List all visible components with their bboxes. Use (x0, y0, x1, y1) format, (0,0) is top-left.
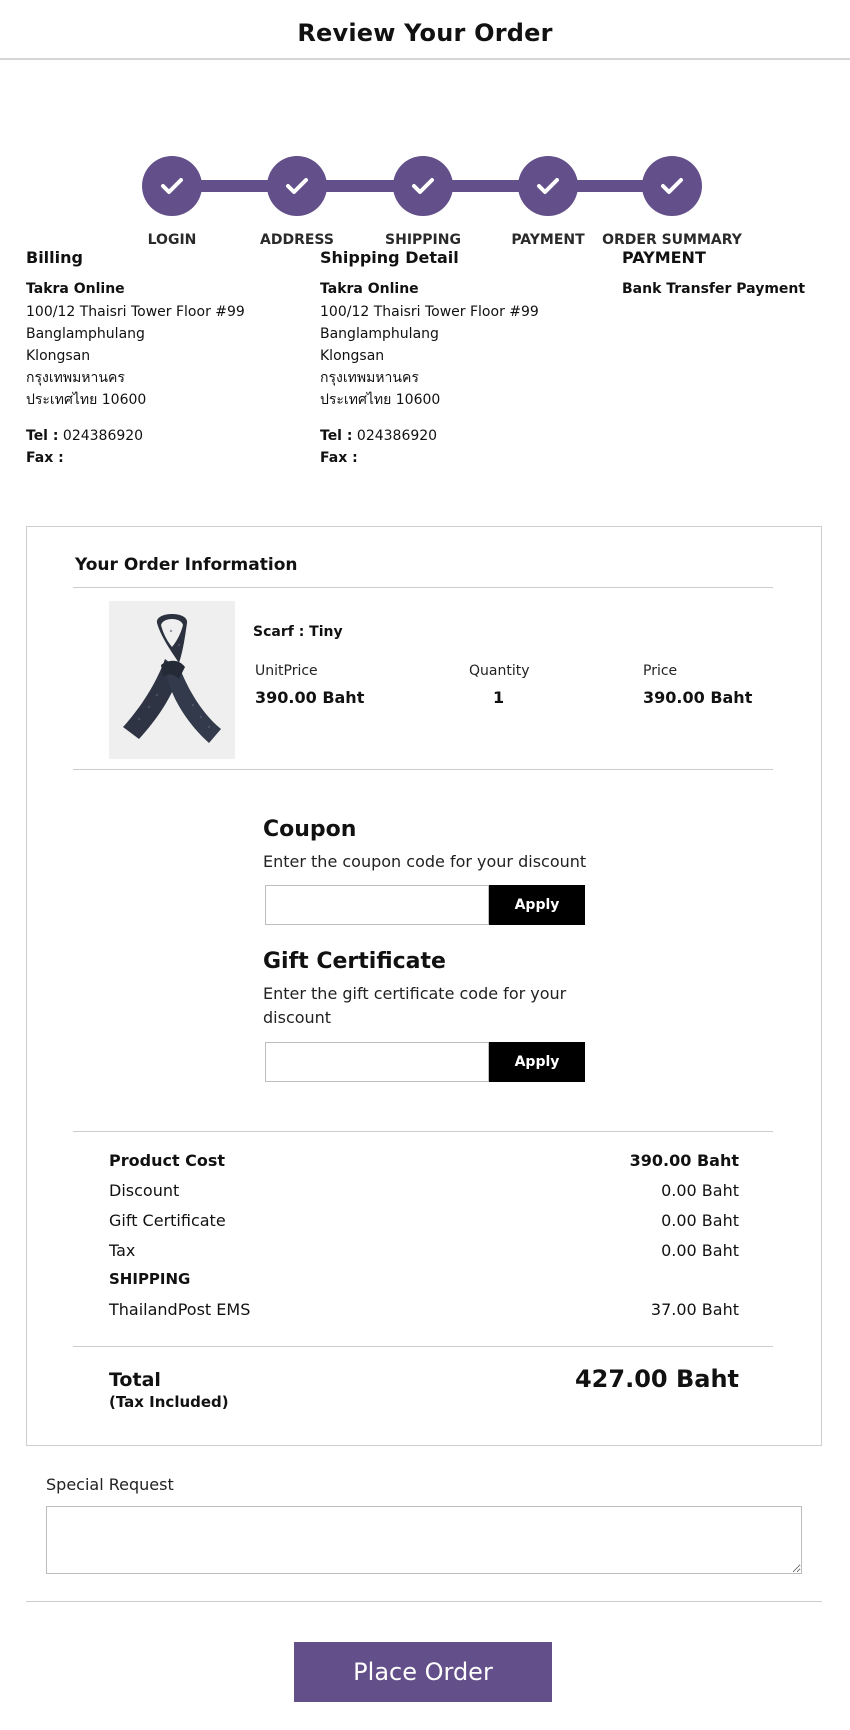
price-label: Price (643, 663, 678, 679)
step-label: ORDER SUMMARY (602, 232, 742, 248)
product-image (109, 601, 235, 759)
gift-certificate-input[interactable] (265, 1042, 489, 1082)
tax-value: 0.00 Baht (661, 1241, 739, 1260)
step-complete-circle (518, 156, 578, 216)
billing-contact: Tel : 024386920 Fax : (26, 425, 245, 469)
quantity-value: 1 (493, 688, 505, 707)
special-request-textarea[interactable] (46, 1506, 802, 1574)
gift-certificate-heading: Gift Certificate (263, 949, 446, 974)
unit-price-value: 390.00 Baht (255, 688, 365, 707)
total-value: 427.00 Baht (574, 1365, 739, 1393)
divider (73, 1346, 773, 1347)
shipping-heading: Shipping Detail (320, 248, 459, 267)
step-order-summary: ORDER SUMMARY (592, 156, 752, 248)
product-name: Scarf : Tiny (253, 624, 343, 640)
divider (73, 587, 773, 588)
address-line: Banglamphulang (26, 326, 145, 342)
step-complete-circle (642, 156, 702, 216)
address-line: Klongsan (26, 348, 91, 364)
gift-certificate-label: Gift Certificate (109, 1211, 226, 1230)
checkout-steps: LOGIN ADDRESS SHIPPING PAYMENT ORDER SUM… (0, 60, 850, 248)
step-complete-circle (393, 156, 453, 216)
fax-label: Fax : (320, 450, 358, 466)
tel-label: Tel : (320, 428, 353, 444)
order-heading: Your Order Information (75, 555, 298, 575)
quantity-label: Quantity (469, 663, 530, 679)
check-icon (661, 178, 683, 194)
gift-certificate-section: Gift Certificate Enter the gift certific… (263, 949, 593, 1030)
fax-label: Fax : (26, 450, 64, 466)
address-line: 100/12 Thaisri Tower Floor #99 (26, 304, 245, 320)
billing-address: Billing Takra Online 100/12 Thaisri Towe… (26, 248, 245, 469)
address-line: ประเทศไทย 10600 (26, 392, 147, 408)
step-complete-circle (267, 156, 327, 216)
total-tax-note: (Tax Included) (109, 1393, 229, 1411)
step-complete-circle (142, 156, 202, 216)
coupon-section: Coupon Enter the coupon code for your di… (263, 817, 593, 874)
payment-info: PAYMENT Bank Transfer Payment (622, 248, 805, 301)
scarf-image (109, 601, 235, 759)
tel-value: 024386920 (62, 428, 144, 444)
check-icon (537, 178, 559, 194)
order-information-panel: Your Order Information Scarf : Tiny Unit… (26, 526, 822, 1446)
total-label: Total (109, 1369, 161, 1391)
tax-label: Tax (109, 1241, 136, 1260)
address-line: กรุงเทพมหานคร (320, 370, 419, 386)
gift-certificate-description: Enter the gift certificate code for your… (263, 984, 567, 1027)
shipping-address: Shipping Detail Takra Online 100/12 Thai… (320, 248, 539, 469)
place-order-button[interactable]: Place Order (294, 1642, 552, 1702)
address-line: กรุงเทพมหานคร (26, 370, 125, 386)
product-cost-value: 390.00 Baht (629, 1151, 739, 1170)
shipping-heading: SHIPPING (109, 1270, 191, 1288)
coupon-description: Enter the coupon code for your discount (263, 852, 587, 871)
discount-label: Discount (109, 1181, 180, 1200)
shipping-contact: Tel : 024386920 Fax : (320, 425, 539, 469)
page-header: Review Your Order (0, 0, 850, 60)
divider (73, 769, 773, 770)
payment-method: Bank Transfer Payment (622, 281, 806, 297)
shipping-company: Takra Online (320, 281, 419, 297)
shipping-cost: 37.00 Baht (650, 1300, 739, 1319)
address-line: Klongsan (320, 348, 385, 364)
coupon-code-input[interactable] (265, 885, 489, 925)
check-icon (412, 178, 434, 194)
billing-heading: Billing (26, 248, 83, 267)
shipping-method: ThailandPost EMS (109, 1300, 251, 1319)
apply-gift-certificate-button[interactable]: Apply (489, 1042, 585, 1082)
unit-price-label: UnitPrice (255, 663, 318, 679)
address-line: 100/12 Thaisri Tower Floor #99 (320, 304, 539, 320)
billing-company: Takra Online (26, 281, 125, 297)
page-title: Review Your Order (297, 19, 553, 47)
gift-certificate-value: 0.00 Baht (661, 1211, 739, 1230)
address-line: ประเทศไทย 10600 (320, 392, 441, 408)
tel-value: 024386920 (356, 428, 438, 444)
check-icon (161, 178, 183, 194)
address-line: Banglamphulang (320, 326, 439, 342)
special-request-label: Special Request (46, 1475, 174, 1494)
address-section: Billing Takra Online 100/12 Thaisri Towe… (0, 248, 850, 488)
tel-label: Tel : (26, 428, 59, 444)
apply-coupon-button[interactable]: Apply (489, 885, 585, 925)
discount-value: 0.00 Baht (661, 1181, 739, 1200)
divider (26, 1601, 822, 1602)
divider (73, 1131, 773, 1132)
product-cost-label: Product Cost (109, 1151, 226, 1170)
price-value: 390.00 Baht (643, 688, 753, 707)
check-icon (286, 178, 308, 194)
payment-heading: PAYMENT (622, 248, 706, 267)
coupon-heading: Coupon (263, 817, 357, 842)
